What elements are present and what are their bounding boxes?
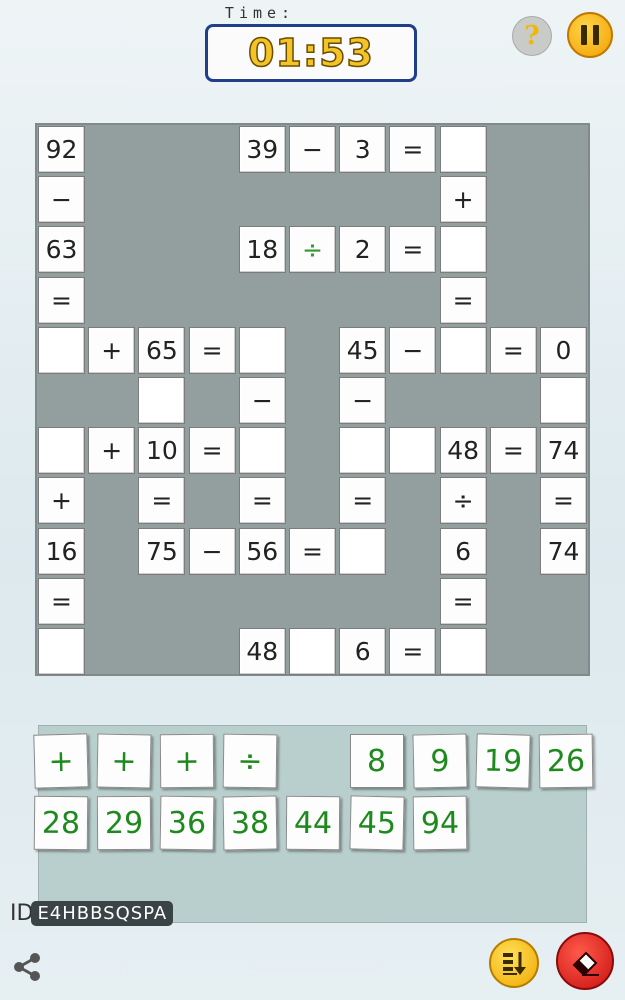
grid-cell: 65 [138, 326, 186, 374]
empty-grid-cell[interactable] [38, 326, 85, 374]
puzzle-id-code: E4HBBSQSPA [31, 901, 174, 926]
grid-cell: ÷ [439, 477, 487, 525]
empty-grid-cell[interactable] [439, 326, 487, 374]
grid-cell: 3 [339, 126, 387, 173]
grid-cell: 48 [439, 427, 487, 475]
grid-cell: = [489, 326, 537, 374]
grid-cell: 2 [339, 226, 387, 274]
share-icon[interactable] [10, 950, 44, 984]
grid-cell: = [439, 276, 487, 324]
sort-tiles-button[interactable] [489, 938, 539, 988]
tray-tile[interactable]: + [159, 733, 215, 789]
grid-cell: = [389, 628, 437, 675]
grid-cell: − [289, 126, 336, 173]
empty-grid-cell[interactable] [289, 628, 336, 675]
grid-cell: 10 [138, 427, 186, 475]
grid-cell: 74 [540, 427, 587, 475]
puzzle-board: 92 39−3 = − +63 18 ÷ 2 = = = +65 = 45− = 0− − +10 = 48 = 74 + =… [35, 123, 590, 676]
grid-cell: 63 [38, 226, 85, 274]
grid-cell: = [339, 477, 387, 525]
tray-tile[interactable]: 8 [349, 734, 404, 788]
grid-cell: − [38, 176, 85, 224]
grid-cell: − [188, 527, 236, 575]
grid-cell: = [188, 326, 236, 374]
grid-cell: 18 [238, 226, 286, 274]
grid-cell: = [389, 226, 437, 274]
grid-cell: − [238, 377, 286, 424]
grid-cell: + [439, 176, 487, 224]
timer-value: 01:53 [247, 30, 374, 76]
tray-tile[interactable]: 36 [159, 795, 215, 851]
empty-grid-cell[interactable] [38, 427, 85, 475]
grid-cell: 39 [238, 126, 286, 173]
grid-cell: = [188, 427, 236, 475]
grid-cell: − [389, 326, 437, 374]
pause-button[interactable] [567, 12, 613, 58]
help-button[interactable]: ? [512, 16, 552, 56]
grid-cell: ÷ [289, 226, 336, 274]
grid-cell: + [38, 477, 85, 525]
grid-cell: 45 [339, 326, 387, 374]
tray-tile[interactable]: 94 [412, 795, 467, 851]
tray-tile[interactable]: + [96, 733, 152, 789]
tray-tile[interactable]: 29 [96, 795, 152, 851]
question-mark-icon: ? [524, 21, 540, 51]
time-label: Time: [224, 4, 296, 22]
pause-icon [578, 25, 602, 45]
tray-tile[interactable]: + [33, 733, 89, 789]
tray-tile[interactable]: 26 [538, 733, 594, 789]
tray-tile[interactable]: 45 [348, 795, 405, 851]
erase-button[interactable] [556, 932, 614, 990]
empty-grid-cell[interactable] [339, 527, 387, 575]
tray-tile[interactable]: 38 [222, 795, 278, 851]
grid-cell: 6 [339, 628, 387, 675]
grid-cell: = [238, 477, 286, 525]
empty-grid-cell[interactable] [339, 427, 387, 475]
timer-display: 01:53 [205, 24, 417, 82]
grid-cell: = [38, 577, 85, 625]
empty-grid-cell[interactable] [38, 628, 85, 675]
empty-grid-cell[interactable] [540, 377, 587, 424]
grid-cell: + [88, 427, 136, 475]
puzzle-id: ID E4HBBSQSPA [10, 901, 174, 926]
grid-cell: 16 [38, 527, 85, 575]
grid-cell: 0 [540, 326, 587, 374]
grid-cell: = [389, 126, 437, 173]
empty-grid-cell[interactable] [439, 226, 487, 274]
grid-cell: = [138, 477, 186, 525]
empty-grid-cell[interactable] [389, 427, 437, 475]
grid-cell: = [38, 276, 85, 324]
grid-cell: − [339, 377, 387, 424]
grid-cell: 6 [439, 527, 487, 575]
empty-grid-cell[interactable] [439, 126, 487, 173]
grid-cell: 48 [238, 628, 286, 675]
tray-tile[interactable]: 28 [33, 795, 89, 851]
grid-cell: = [289, 527, 336, 575]
tray-tile[interactable]: 19 [474, 733, 531, 789]
tile-tray: + + + ÷ 8 9 19 26 28 29 36 38 44 45 94 [33, 725, 594, 923]
empty-grid-cell[interactable] [238, 326, 286, 374]
grid-cell: 56 [238, 527, 286, 575]
empty-grid-cell[interactable] [238, 427, 286, 475]
tray-tile[interactable]: ÷ [222, 733, 278, 789]
grid-cell: 92 [38, 126, 85, 173]
grid-cell: + [88, 326, 136, 374]
grid-cell: = [489, 427, 537, 475]
grid-cell: 74 [540, 527, 587, 575]
grid-cell: = [439, 577, 487, 625]
empty-grid-cell[interactable] [439, 628, 487, 675]
grid-cell: 75 [138, 527, 186, 575]
puzzle-id-prefix: ID [10, 901, 34, 926]
sort-tiles-icon [503, 952, 526, 975]
eraser-icon [572, 951, 599, 977]
empty-grid-cell[interactable] [138, 377, 186, 424]
tray-tile[interactable]: 44 [286, 795, 341, 851]
tray-tile[interactable]: 9 [412, 733, 468, 789]
grid-cell: = [540, 477, 587, 525]
